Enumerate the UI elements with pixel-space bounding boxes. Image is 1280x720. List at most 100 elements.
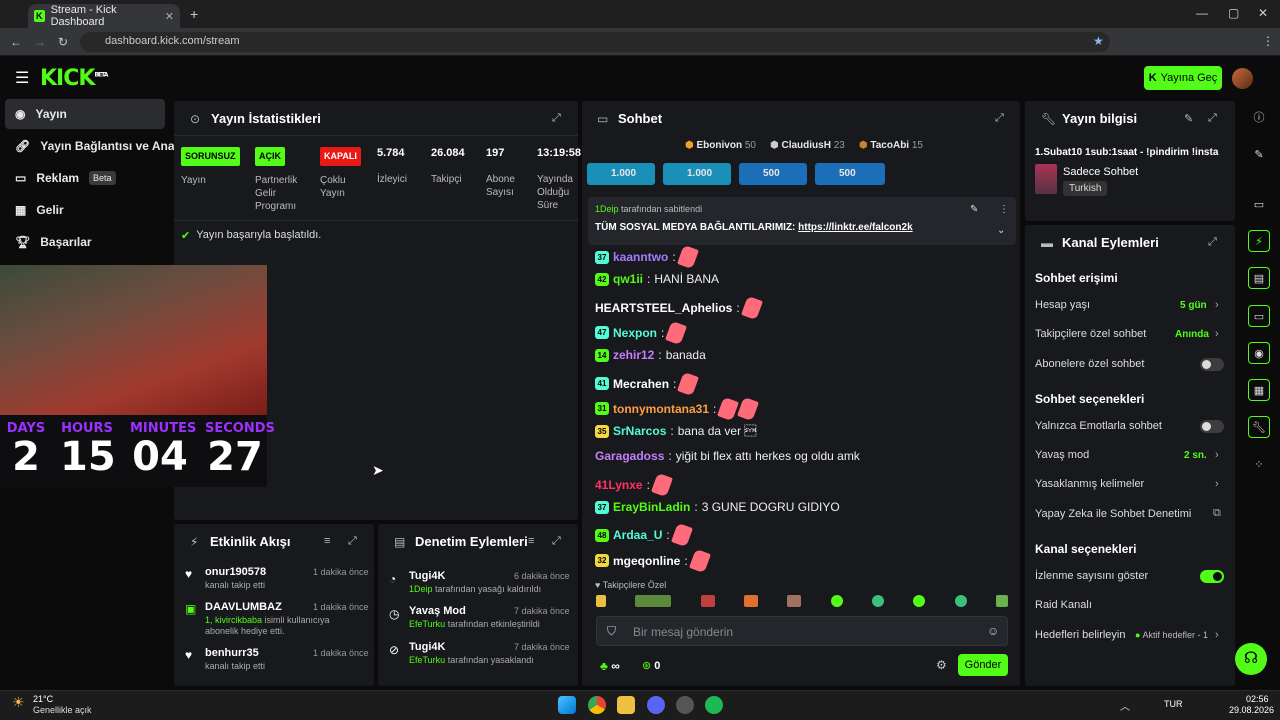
chevron-right-icon[interactable]: › <box>1215 299 1219 311</box>
screen-icon[interactable]: ▭ <box>1248 193 1270 215</box>
send-button[interactable]: Gönder <box>958 654 1008 676</box>
leader-item[interactable]: ⬢ Ebonivon 50 <box>685 140 756 151</box>
chevron-right-icon[interactable]: › <box>1215 629 1219 641</box>
clock-time[interactable]: 02:56 <box>1246 694 1269 704</box>
weather-desc[interactable]: Genellikle açık <box>33 705 92 715</box>
chat-username[interactable]: ErayBinLadin <box>613 500 690 514</box>
steam-icon[interactable] <box>676 696 694 714</box>
emote-icon[interactable] <box>635 595 672 607</box>
avatar[interactable] <box>1232 68 1253 89</box>
leader-item[interactable]: ⬢ ClaudiusH 23 <box>770 140 845 151</box>
chrome-icon[interactable] <box>588 696 606 714</box>
chat-username[interactable]: HEARTSTEEL_Aphelios <box>595 301 732 315</box>
window-close-icon[interactable]: ✕ <box>1258 6 1268 20</box>
chat-username[interactable]: Ardaa_U <box>613 528 662 542</box>
goal-progress[interactable]: 500 <box>739 163 807 185</box>
leader-item[interactable]: ⬢ TacoAbi 15 <box>859 140 923 151</box>
emote-icon[interactable] <box>830 595 843 607</box>
input-language[interactable]: TUR <box>1164 699 1183 709</box>
reload-icon[interactable]: ↻ <box>58 35 68 49</box>
chat-username[interactable]: zehir12 <box>613 348 654 362</box>
bookmark-star-icon[interactable]: ★ <box>1093 34 1104 48</box>
chat-message[interactable]: 48 Ardaa_U: <box>595 523 693 548</box>
expand-icon[interactable]: ⤢ <box>1208 236 1217 249</box>
chevron-down-icon[interactable]: ⌄ <box>997 225 1005 236</box>
show-viewers-toggle[interactable] <box>1200 570 1224 583</box>
list-icon[interactable]: ▤ <box>1248 267 1270 289</box>
chat-icon[interactable]: ▭ <box>1248 305 1270 327</box>
chat-username[interactable]: kaanntwo <box>613 250 668 264</box>
nav-item-achievements[interactable]: 🏆︎ Başarılar <box>5 227 165 257</box>
filter-icon[interactable]: ≡ <box>528 535 534 547</box>
emote-icon[interactable] <box>596 595 606 607</box>
chat-message[interactable]: 41Lynxe: <box>595 472 673 497</box>
expand-icon[interactable]: ⤢ <box>995 112 1004 125</box>
slow-mode-value[interactable]: 2 sn. <box>1184 450 1207 461</box>
tray-chevron-up-icon[interactable]: ︿ <box>1120 698 1130 713</box>
category-name[interactable]: Sadece Sohbet <box>1063 166 1138 178</box>
back-icon[interactable]: ← <box>10 35 22 49</box>
goal-progress[interactable]: 500 <box>815 163 885 185</box>
info-icon[interactable]: ⓘ <box>1248 106 1270 128</box>
new-tab-icon[interactable]: + <box>190 6 198 22</box>
chat-settings-gear-icon[interactable]: ⚙ <box>936 658 947 672</box>
edit-layout-icon[interactable]: ✎ <box>1248 143 1270 165</box>
emote-icon[interactable] <box>913 595 926 607</box>
file-explorer-icon[interactable] <box>617 696 635 714</box>
emote-only-toggle[interactable] <box>1200 420 1224 433</box>
emote-icon[interactable] <box>787 595 802 607</box>
goals-value[interactable]: ● Aktif hedefler - 1 <box>1135 630 1208 640</box>
nav-item-revenue[interactable]: ▦ Gelir <box>5 195 165 225</box>
subs-chat-toggle[interactable] <box>1200 358 1224 371</box>
emote-icon[interactable] <box>995 595 1008 607</box>
chat-message[interactable]: 14 zehir12: banada <box>595 348 706 362</box>
weather-temp[interactable]: 21°C <box>33 694 53 704</box>
go-live-button[interactable]: K Yayına Geç <box>1144 66 1222 90</box>
emote-icon[interactable] <box>871 595 884 607</box>
forward-icon[interactable]: → <box>34 35 46 49</box>
edit-icon[interactable]: ✎ <box>1184 112 1193 125</box>
chat-message[interactable]: 31 tonnymontana31: <box>595 396 760 421</box>
expand-icon[interactable]: ⤢ <box>552 535 561 548</box>
goal-progress[interactable]: 1.000 <box>663 163 731 185</box>
chat-username[interactable]: Mecrahen <box>613 377 669 391</box>
lightning-icon[interactable]: ⚡︎ <box>1248 230 1270 252</box>
kick-logo[interactable]: KICKBETA <box>40 66 108 91</box>
chevron-right-icon[interactable]: › <box>1215 328 1219 340</box>
clock-date[interactable]: 29.08.2026 <box>1229 705 1274 715</box>
raid-channel-label[interactable]: Raid Kanalı <box>1035 599 1092 611</box>
more-options-icon[interactable]: ⋮ <box>999 204 1009 215</box>
browser-tab[interactable]: K Stream - Kick Dashboard ✕ <box>28 4 180 28</box>
expand-icon[interactable]: ⤢ <box>1208 112 1217 125</box>
chat-username[interactable]: Nexpon <box>613 326 657 340</box>
filter-icon[interactable]: ≡ <box>324 535 330 547</box>
banned-words-label[interactable]: Yasaklanmış kelimeler <box>1035 478 1144 490</box>
nav-item-stream-key[interactable]: 🔗︎ Yayın Bağlantısı ve Anahta <box>5 131 193 161</box>
chat-username[interactable]: Garagadoss <box>595 449 664 463</box>
expand-icon[interactable]: ⤢ <box>552 112 561 125</box>
maximize-icon[interactable]: ▢ <box>1228 6 1239 20</box>
wrench-icon[interactable]: 🔧︎ <box>1248 416 1270 438</box>
chat-message[interactable]: 35 SrNarcos: bana da ver  <box>595 424 756 438</box>
browser-menu-icon[interactable]: ⋮ <box>1262 34 1274 48</box>
external-link-icon[interactable]: ⧉ <box>1213 507 1221 520</box>
broadcast-icon[interactable]: ◉ <box>1248 342 1270 364</box>
emote-icon[interactable] <box>954 595 967 607</box>
emoji-icon[interactable]: ☺ <box>987 624 999 638</box>
chat-message[interactable]: 32 mgeqonline: <box>595 548 711 573</box>
chat-username[interactable]: mgeqonline <box>613 554 680 568</box>
chevron-right-icon[interactable]: › <box>1215 478 1219 490</box>
chat-message[interactable]: 41 Mecrahen: <box>595 371 700 396</box>
nav-item-broadcast[interactable]: ◉ Yayın <box>5 99 165 129</box>
chat-message[interactable]: HEARTSTEEL_Aphelios: <box>595 295 763 320</box>
nav-item-ads[interactable]: ▭ Reklam Beta <box>5 163 165 193</box>
emote-icon[interactable] <box>700 595 715 607</box>
hamburger-menu-icon[interactable]: ☰ <box>15 68 29 88</box>
stream-info-icon[interactable]: ▦ <box>1248 379 1270 401</box>
chat-username[interactable]: qw1ii <box>613 272 643 286</box>
account-age-value[interactable]: 5 gün <box>1180 300 1207 311</box>
chevron-right-icon[interactable]: › <box>1215 449 1219 461</box>
kicks-balance[interactable]: ⊛ 0 <box>642 659 660 672</box>
url-input[interactable]: dashboard.kick.com/stream <box>80 32 1110 52</box>
chat-username[interactable]: tonnymontana31 <box>613 402 709 416</box>
